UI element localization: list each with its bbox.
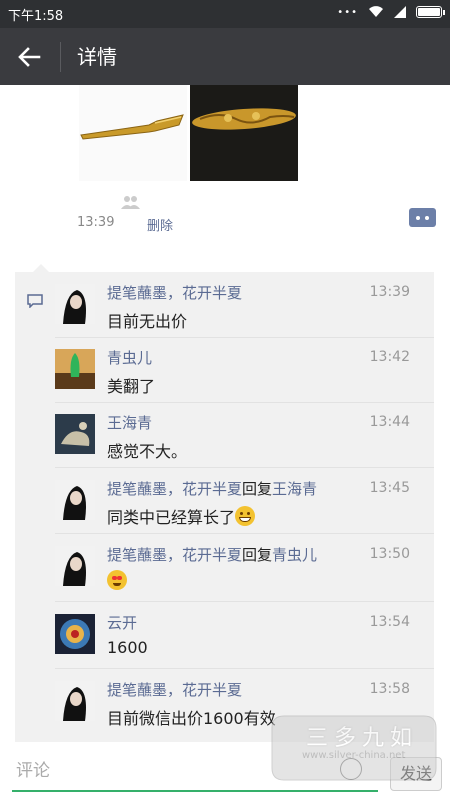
comment-row[interactable]: 提笔蘸墨，花开半夏 13:58 目前微信出价1600有效: [15, 669, 434, 731]
avatar[interactable]: [55, 414, 95, 454]
comment-text: 1600: [107, 638, 148, 657]
grin-emoji-icon: [235, 506, 256, 526]
notification-dots-icon: •••: [337, 6, 358, 18]
comment-author[interactable]: 提笔蘸墨，花开半夏回复王海青: [107, 478, 317, 499]
status-time: 下午1:58: [8, 9, 64, 24]
comment-text: 美翻了: [107, 377, 156, 396]
comment-author[interactable]: 提笔蘸墨，花开半夏: [107, 282, 242, 303]
comment-text: 同类中已经算长了: [107, 504, 256, 528]
comment-time: 13:45: [369, 480, 410, 496]
comment-author[interactable]: 青虫儿: [107, 347, 152, 368]
status-icons: •••: [337, 6, 445, 18]
comments-panel: 提笔蘸墨，花开半夏 13:39 目前无出价 青虫儿 13:42 美翻了 王海青 …: [15, 264, 434, 742]
signal-icon: [394, 6, 406, 18]
comment-time: 13:50: [369, 546, 410, 562]
comment-time: 13:42: [369, 349, 410, 365]
comment-author[interactable]: 提笔蘸墨，花开半夏回复青虫儿: [107, 544, 317, 565]
avatar[interactable]: [55, 349, 95, 389]
comment-input-bar: 评论 发送: [0, 742, 450, 800]
post-time: 13:39: [77, 215, 115, 230]
comment-row[interactable]: 青虫儿 13:42 美翻了: [15, 337, 434, 399]
heart-eyes-emoji-icon: [107, 570, 127, 590]
avatar[interactable]: [55, 681, 95, 721]
comment-row[interactable]: 提笔蘸墨，花开半夏回复青虫儿 13:50: [15, 534, 434, 596]
avatar[interactable]: [55, 614, 95, 654]
comment-time: 13:54: [369, 614, 410, 630]
comment-row[interactable]: 王海青 13:44 感觉不大。: [15, 402, 434, 464]
wifi-icon: [369, 6, 383, 18]
likes-people-icon: [121, 196, 140, 209]
battery-icon: [416, 6, 445, 18]
avatar[interactable]: [55, 284, 95, 324]
comment-time: 13:39: [369, 284, 410, 300]
avatar[interactable]: [55, 480, 95, 520]
comment-input[interactable]: 评论: [16, 756, 376, 786]
comment-text: 目前微信出价1600有效: [107, 709, 276, 728]
avatar[interactable]: [55, 546, 95, 586]
comment-author[interactable]: 王海青: [107, 412, 152, 433]
comment-text: [107, 570, 127, 591]
comment-text: 目前无出价: [107, 312, 188, 331]
comment-time: 13:58: [369, 681, 410, 697]
comment-author[interactable]: 云开: [107, 612, 137, 633]
comment-author[interactable]: 提笔蘸墨，花开半夏: [107, 679, 242, 700]
nav-divider: [60, 42, 61, 72]
nav-bar: 详情: [0, 28, 450, 85]
emoji-picker-icon[interactable]: [340, 758, 362, 780]
post-photo-2[interactable]: [190, 85, 298, 181]
post-photo-1[interactable]: [79, 85, 187, 181]
comment-row[interactable]: 提笔蘸墨，花开半夏 13:39 目前无出价: [15, 272, 434, 334]
page-title: 详情: [77, 45, 117, 69]
delete-link[interactable]: 删除: [147, 215, 173, 234]
status-bar: 下午1:58 •••: [0, 0, 450, 28]
comment-text: 感觉不大。: [107, 442, 188, 461]
comment-action-button[interactable]: [409, 208, 436, 227]
send-button[interactable]: 发送: [390, 757, 442, 791]
back-arrow-icon[interactable]: [14, 42, 44, 72]
comment-row[interactable]: 云开 13:54 1600: [15, 602, 434, 664]
comment-row[interactable]: 提笔蘸墨，花开半夏回复王海青 13:45 同类中已经算长了: [15, 468, 434, 530]
comment-time: 13:44: [369, 414, 410, 430]
input-underline: [12, 790, 378, 792]
post-meta: 13:39 删除: [77, 215, 173, 234]
